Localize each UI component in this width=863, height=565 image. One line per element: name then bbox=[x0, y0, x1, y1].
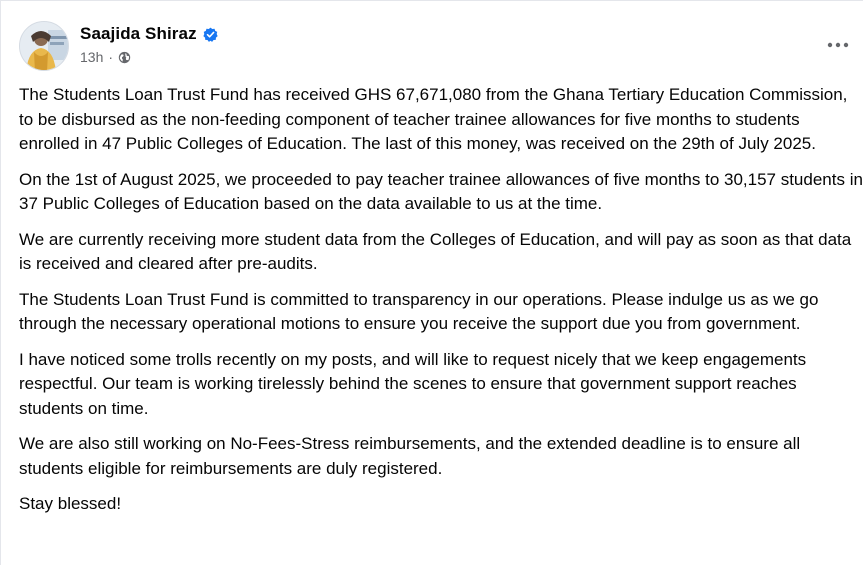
post-paragraph: The Students Loan Trust Fund has receive… bbox=[19, 85, 848, 153]
more-options-button[interactable] bbox=[823, 33, 853, 55]
avatar[interactable] bbox=[19, 21, 69, 71]
post-card: Saajida Shiraz 13h · The Students Loan T… bbox=[0, 0, 863, 565]
post-paragraph: I have noticed some trolls recently on m… bbox=[19, 349, 807, 418]
post-paragraph: We are also still working on No-Fees-Str… bbox=[19, 434, 801, 478]
name-row: Saajida Shiraz bbox=[80, 22, 218, 46]
verified-badge-icon bbox=[203, 27, 218, 42]
post-paragraph: We are currently receiving more student … bbox=[19, 229, 852, 274]
post-timestamp[interactable]: 13h bbox=[80, 49, 103, 65]
more-options-icon bbox=[827, 35, 849, 53]
globe-icon[interactable] bbox=[118, 51, 131, 64]
post-paragraph: The Students Loan Trust Fund is committe… bbox=[19, 289, 819, 334]
post-meta: Saajida Shiraz 13h · bbox=[80, 22, 218, 65]
post-body: The Students Loan Trust Fund has receive… bbox=[19, 83, 863, 528]
post-paragraph: Stay blessed! bbox=[19, 494, 122, 513]
post-paragraph: On the 1st of August 2025, we proceeded … bbox=[19, 169, 863, 214]
author-name[interactable]: Saajida Shiraz bbox=[80, 24, 197, 44]
time-row: 13h · bbox=[80, 49, 218, 65]
avatar-image bbox=[20, 22, 68, 70]
timestamp-separator: · bbox=[108, 49, 114, 65]
post-header: Saajida Shiraz 13h · bbox=[19, 21, 218, 73]
